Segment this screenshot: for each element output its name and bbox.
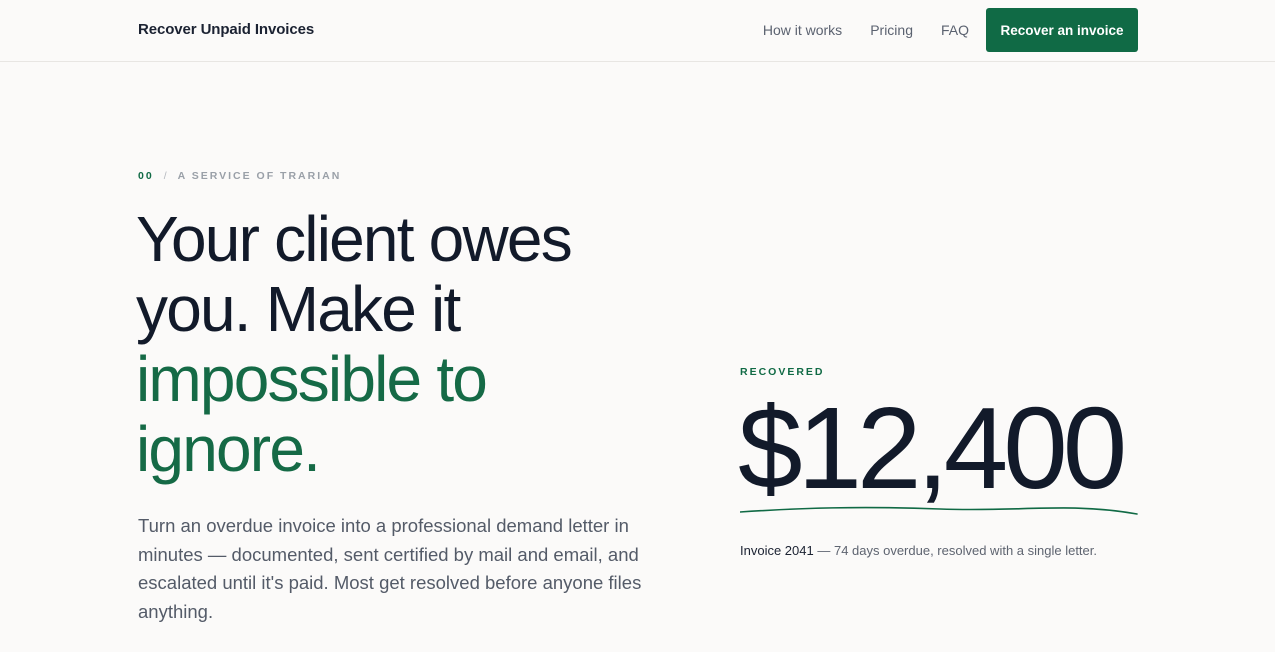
headline-line-2: you. Make it	[136, 273, 461, 345]
eyebrow: 00 / A SERVICE OF TRARIAN	[138, 170, 341, 182]
headline-line-1: Your client owes	[136, 203, 573, 275]
stat-label: RECOVERED	[740, 366, 825, 378]
underline-swash	[740, 506, 1138, 515]
nav-link-how-it-works[interactable]: How it works	[763, 22, 842, 38]
invoice-reference: Invoice 2041	[740, 543, 814, 558]
hero-headline: Your client owes you. Make it impossible…	[136, 204, 696, 484]
recover-invoice-button[interactable]: Recover an invoice	[986, 8, 1138, 52]
stat-caption-detail: — 74 days overdue, resolved with a singl…	[813, 543, 1097, 558]
nav-link-faq[interactable]: FAQ	[941, 22, 969, 38]
main-nav: How it works Pricing FAQ Recover an invo…	[763, 8, 1138, 52]
hero-description: Turn an overdue invoice into a professio…	[138, 515, 642, 622]
headline-accent-line-1: impossible to	[136, 343, 488, 415]
eyebrow-text: A SERVICE OF TRARIAN	[177, 170, 342, 182]
site-header: Recover Unpaid Invoices How it works Pri…	[0, 0, 1275, 62]
nav-link-pricing[interactable]: Pricing	[870, 22, 913, 38]
stat-amount: $12,400	[738, 383, 1127, 513]
eyebrow-separator: /	[163, 170, 169, 182]
brand-logo-link[interactable]: Recover Unpaid Invoices	[138, 21, 314, 38]
stat-caption: Invoice 2041 — 74 days overdue, resolved…	[740, 543, 1097, 558]
eyebrow-number: 00	[138, 170, 154, 182]
headline-accent-line-2: ignore.	[136, 413, 321, 485]
